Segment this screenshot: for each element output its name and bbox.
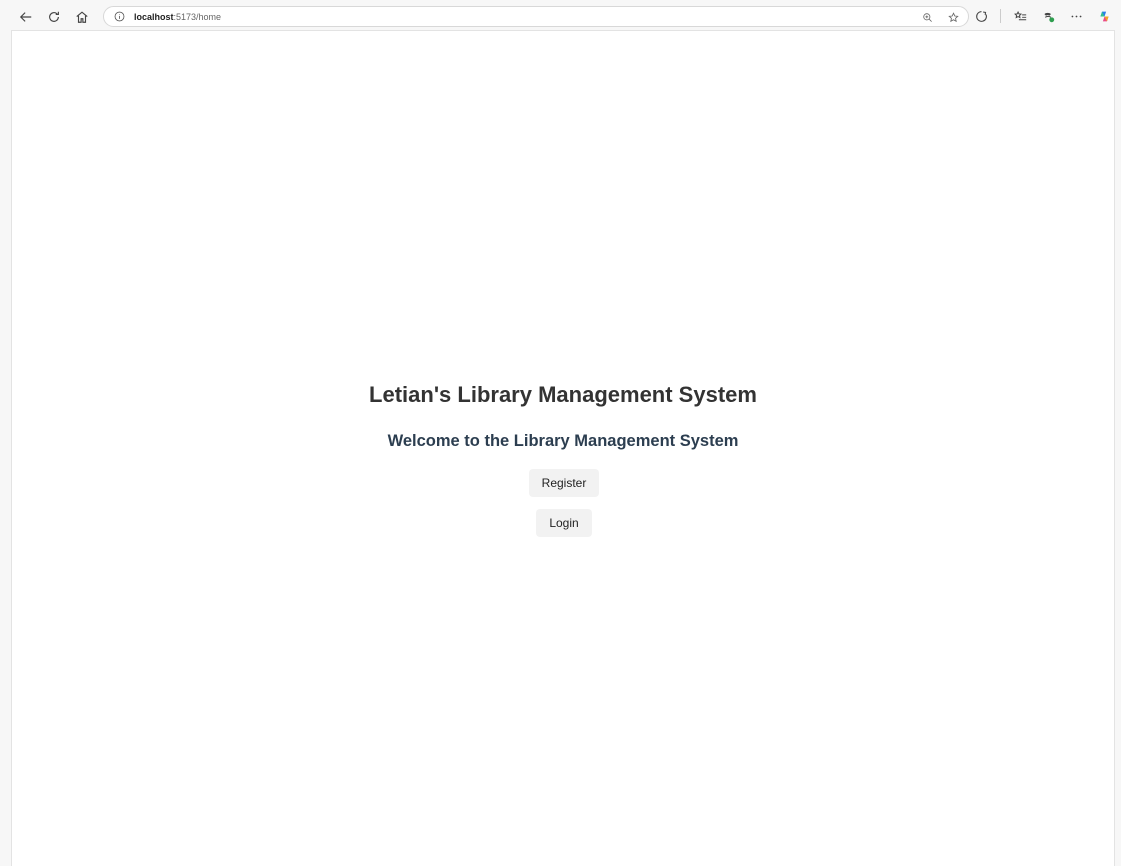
address-bar-actions xyxy=(908,10,960,24)
zoom-icon[interactable] xyxy=(920,10,934,24)
back-arrow-icon[interactable] xyxy=(14,5,38,29)
login-button[interactable]: Login xyxy=(536,509,592,537)
page-viewport: Letian's Library Management System Welco… xyxy=(11,30,1115,866)
browser-window: localhost:5173/home Letian's Library Man… xyxy=(0,0,1121,866)
register-button[interactable]: Register xyxy=(529,469,599,497)
refresh-icon[interactable] xyxy=(42,5,66,29)
home-icon[interactable] xyxy=(70,5,94,29)
browser-tools xyxy=(962,7,1113,25)
browser-essentials-icon[interactable] xyxy=(1039,7,1057,25)
copilot-icon[interactable] xyxy=(1095,7,1113,25)
favorite-star-icon[interactable] xyxy=(946,10,960,24)
url-host: localhost xyxy=(134,11,174,22)
toolbar-separator xyxy=(1000,9,1001,23)
address-bar[interactable]: localhost:5173/home xyxy=(103,6,969,27)
more-menu-icon[interactable] xyxy=(1067,7,1085,25)
favorites-list-icon[interactable] xyxy=(1011,7,1029,25)
url-text[interactable]: localhost:5173/home xyxy=(134,12,221,22)
info-icon[interactable] xyxy=(113,11,125,23)
url-path: :5173/home xyxy=(173,11,222,22)
home-page: Letian's Library Management System Welco… xyxy=(12,31,1114,866)
extensions-icon[interactable] xyxy=(972,7,990,25)
welcome-heading: Welcome to the Library Management System xyxy=(387,432,739,450)
page-title: Letian's Library Management System xyxy=(369,382,757,407)
